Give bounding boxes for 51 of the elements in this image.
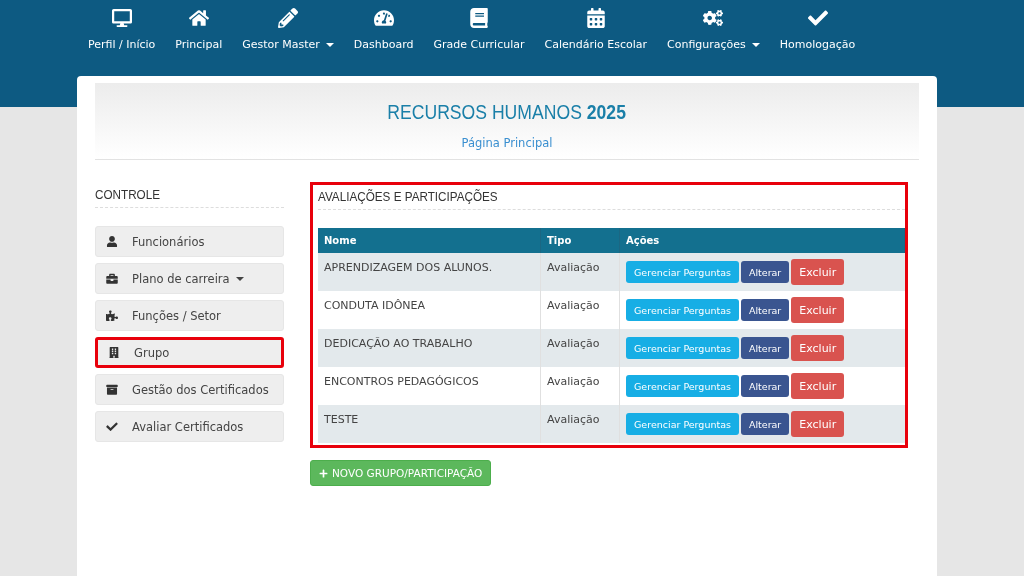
user-icon — [106, 235, 118, 248]
sidebar-item[interactable]: Gestão dos Certificados — [95, 374, 284, 405]
gauge-icon — [373, 8, 394, 28]
edit-button[interactable]: Alterar — [740, 375, 790, 397]
sidebar-item[interactable]: Grupo — [95, 337, 284, 368]
settings-icon — [703, 8, 724, 28]
puzzle-icon — [106, 309, 118, 322]
nav-item[interactable]: Gestor Master — [232, 0, 344, 55]
edit-button[interactable]: Alterar — [740, 413, 790, 435]
sidebar-item[interactable]: Plano de carreira — [95, 263, 284, 294]
sidebar-title: CONTROLE — [95, 186, 161, 204]
edit-button[interactable]: Alterar — [740, 261, 790, 283]
caret-icon — [751, 43, 760, 47]
caret-icon — [235, 277, 244, 281]
breadcrumb-link[interactable]: Página Principal — [461, 136, 553, 150]
table-cell: TESTE — [318, 405, 541, 443]
pencil-icon — [278, 8, 299, 28]
nav-item[interactable]: Dashboard — [343, 0, 424, 55]
edit-button[interactable]: Alterar — [740, 337, 790, 359]
delete-button[interactable]: Excluir — [791, 297, 845, 323]
delete-button[interactable]: Excluir — [791, 335, 845, 361]
book-icon — [469, 8, 489, 28]
delete-button[interactable]: Excluir — [791, 259, 845, 285]
caret-icon — [325, 43, 334, 47]
nav-item[interactable]: Grade Curricular — [423, 0, 535, 55]
calendar-icon — [585, 8, 606, 28]
delete-button[interactable]: Excluir — [791, 411, 845, 437]
nav-item[interactable]: Homologação — [769, 0, 866, 55]
sidebar-item[interactable]: Funções / Setor — [95, 300, 284, 331]
archive-icon — [106, 383, 118, 396]
monitor-icon — [111, 8, 132, 28]
check-icon — [106, 420, 118, 433]
nav-item[interactable]: Perfil / Início — [78, 0, 166, 55]
edit-button[interactable]: Alterar — [740, 299, 790, 321]
briefcase-icon — [106, 272, 118, 285]
section-title: AVALIAÇÕES E PARTICIPAÇÕES — [318, 188, 499, 206]
delete-button[interactable]: Excluir — [791, 373, 845, 399]
nav-item[interactable]: Principal — [165, 0, 233, 55]
column-header: Tipo — [540, 228, 620, 253]
table-cell: Avaliação — [540, 405, 620, 443]
check-icon — [807, 8, 828, 28]
nav-item[interactable]: Calendário Escolar — [534, 0, 657, 55]
nav-item[interactable]: Configurações — [657, 0, 770, 55]
sidebar-item[interactable]: Avaliar Certificados — [95, 411, 284, 442]
column-header: Nome — [318, 228, 541, 253]
building-icon — [108, 346, 120, 359]
column-header: Ações — [619, 228, 905, 253]
home-icon — [188, 8, 209, 28]
page-title: RECURSOS HUMANOS 2025 — [387, 101, 627, 124]
sidebar-item[interactable]: Funcionários — [95, 226, 284, 257]
plus-icon — [319, 468, 328, 478]
